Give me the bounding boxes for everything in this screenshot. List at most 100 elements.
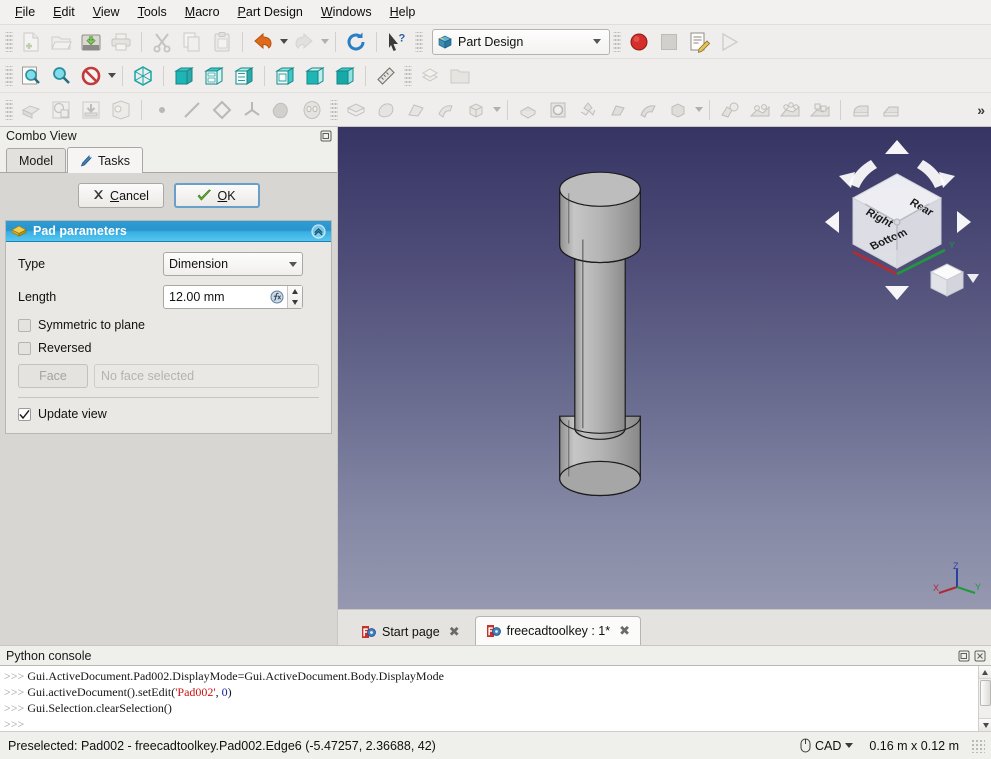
reversed-checkbox[interactable] xyxy=(18,341,31,355)
polygon-icon[interactable] xyxy=(207,96,237,124)
left-view-icon[interactable] xyxy=(330,62,360,90)
close-x-icon[interactable]: ✖ xyxy=(449,624,460,640)
whats-this-icon[interactable]: ? xyxy=(382,28,412,56)
measure-icon[interactable] xyxy=(371,62,401,90)
float-dock-icon[interactable] xyxy=(319,129,333,143)
toolbar-grip[interactable] xyxy=(415,31,423,52)
rear-view-icon[interactable] xyxy=(270,62,300,90)
attach-sketch-icon[interactable] xyxy=(76,96,106,124)
pad-icon[interactable] xyxy=(341,96,371,124)
ok-button[interactable]: OK xyxy=(173,183,260,208)
additive-pipe-icon[interactable] xyxy=(431,96,461,124)
scroll-down-arrow-icon[interactable] xyxy=(979,718,991,731)
shape-binder-icon[interactable] xyxy=(267,96,297,124)
document-tab-freecadtoolkey[interactable]: freecadtoolkey : 1* ✖ xyxy=(474,616,642,645)
bottom-view-icon[interactable] xyxy=(300,62,330,90)
scroll-up-arrow-icon[interactable] xyxy=(979,666,991,679)
reversed-row[interactable]: Reversed xyxy=(18,341,319,355)
stepper-up-icon[interactable] xyxy=(288,286,302,297)
toolbar-overflow-button[interactable]: » xyxy=(973,102,988,118)
front-view-icon[interactable] xyxy=(169,62,199,90)
menu-edit[interactable]: Edit xyxy=(44,2,84,23)
fit-all-icon[interactable] xyxy=(16,62,46,90)
workbench-selector[interactable]: Part Design xyxy=(432,28,610,55)
subtractive-loft-icon[interactable] xyxy=(603,96,633,124)
subtractive-pipe-icon[interactable] xyxy=(633,96,663,124)
tab-model[interactable]: Model xyxy=(6,148,67,172)
redo-arrow-icon[interactable] xyxy=(289,28,319,56)
right-view-icon[interactable] xyxy=(229,62,259,90)
hole-icon[interactable] xyxy=(543,96,573,124)
revolution-icon[interactable] xyxy=(371,96,401,124)
expression-editor-icon[interactable] xyxy=(267,286,287,308)
toolbar-grip[interactable] xyxy=(5,65,13,86)
length-stepper[interactable] xyxy=(287,286,302,308)
tab-tasks[interactable]: Tasks xyxy=(67,147,143,173)
pad-parameters-header[interactable]: Pad parameters xyxy=(6,221,331,242)
additive-box-icon[interactable] xyxy=(461,96,491,124)
draw-style-dropdown-icon[interactable] xyxy=(106,63,117,89)
additive-loft-icon[interactable] xyxy=(401,96,431,124)
menu-file[interactable]: File xyxy=(6,2,44,23)
redo-dropdown-icon[interactable] xyxy=(319,29,330,55)
draw-style-icon[interactable] xyxy=(76,62,106,90)
console-scrollbar[interactable] xyxy=(978,666,991,731)
polar-pattern-icon[interactable] xyxy=(775,96,805,124)
save-icon[interactable] xyxy=(76,28,106,56)
python-console-output[interactable]: >>> Gui.ActiveDocument.Pad002.DisplayMod… xyxy=(0,665,991,731)
local-axis-icon[interactable] xyxy=(237,96,267,124)
toolbar-grip[interactable] xyxy=(613,31,621,52)
axonometric-view-icon[interactable] xyxy=(128,62,158,90)
point-icon[interactable] xyxy=(147,96,177,124)
new-document-icon[interactable] xyxy=(16,28,46,56)
create-body-icon[interactable] xyxy=(16,96,46,124)
update-view-checkbox[interactable] xyxy=(18,407,31,421)
macro-stop-icon[interactable] xyxy=(654,28,684,56)
menu-macro[interactable]: Macro xyxy=(176,2,229,23)
stepper-down-icon[interactable] xyxy=(288,297,302,308)
subtractive-dropdown-icon[interactable] xyxy=(693,97,704,123)
face-input[interactable]: No face selected xyxy=(94,364,319,388)
folder-icon[interactable] xyxy=(445,62,475,90)
close-icon[interactable] xyxy=(973,649,987,663)
top-view-icon[interactable] xyxy=(199,62,229,90)
undo-arrow-icon[interactable] xyxy=(248,28,278,56)
multi-transform-icon[interactable] xyxy=(805,96,835,124)
toolbar-grip[interactable] xyxy=(330,99,338,120)
pocket-icon[interactable] xyxy=(513,96,543,124)
length-input[interactable]: 12.00 mm xyxy=(163,285,303,309)
face-button[interactable]: Face xyxy=(18,364,88,388)
toolbar-grip[interactable] xyxy=(5,31,13,52)
create-sketch-icon[interactable] xyxy=(46,96,76,124)
menu-part-design[interactable]: Part Design xyxy=(229,2,312,23)
validate-sketch-icon[interactable] xyxy=(106,96,136,124)
menu-windows[interactable]: Windows xyxy=(312,2,381,23)
symmetric-to-plane-row[interactable]: Symmetric to plane xyxy=(18,318,319,332)
print-icon[interactable] xyxy=(106,28,136,56)
3d-viewport[interactable]: Right Rear Bottom Y X Z Y xyxy=(338,127,991,609)
refresh-icon[interactable] xyxy=(341,28,371,56)
fillet-icon[interactable] xyxy=(846,96,876,124)
menu-tools[interactable]: Tools xyxy=(129,2,176,23)
macro-record-icon[interactable] xyxy=(624,28,654,56)
linear-pattern-icon[interactable] xyxy=(745,96,775,124)
toolbar-grip[interactable] xyxy=(5,99,13,120)
toolbar-grip[interactable] xyxy=(404,65,412,86)
groove-icon[interactable] xyxy=(573,96,603,124)
cancel-button[interactable]: Cancel xyxy=(77,183,164,208)
subtractive-primitive-icon[interactable] xyxy=(663,96,693,124)
additive-primitive-dropdown-icon[interactable] xyxy=(491,97,502,123)
navigation-cube[interactable]: Right Rear Bottom Y xyxy=(813,132,981,302)
navigation-style-selector[interactable]: CAD xyxy=(800,738,854,753)
macro-execute-icon[interactable] xyxy=(714,28,744,56)
menu-help[interactable]: Help xyxy=(381,2,425,23)
cut-scissors-icon[interactable] xyxy=(147,28,177,56)
fit-selection-icon[interactable] xyxy=(46,62,76,90)
mirrored-icon[interactable] xyxy=(715,96,745,124)
size-grip[interactable] xyxy=(971,738,985,753)
macro-edit-icon[interactable] xyxy=(684,28,714,56)
scroll-thumb[interactable] xyxy=(980,680,991,706)
document-tab-start-page[interactable]: Start page ✖ xyxy=(350,618,471,645)
update-view-row[interactable]: Update view xyxy=(18,407,319,421)
type-select[interactable]: Dimension xyxy=(163,252,303,276)
